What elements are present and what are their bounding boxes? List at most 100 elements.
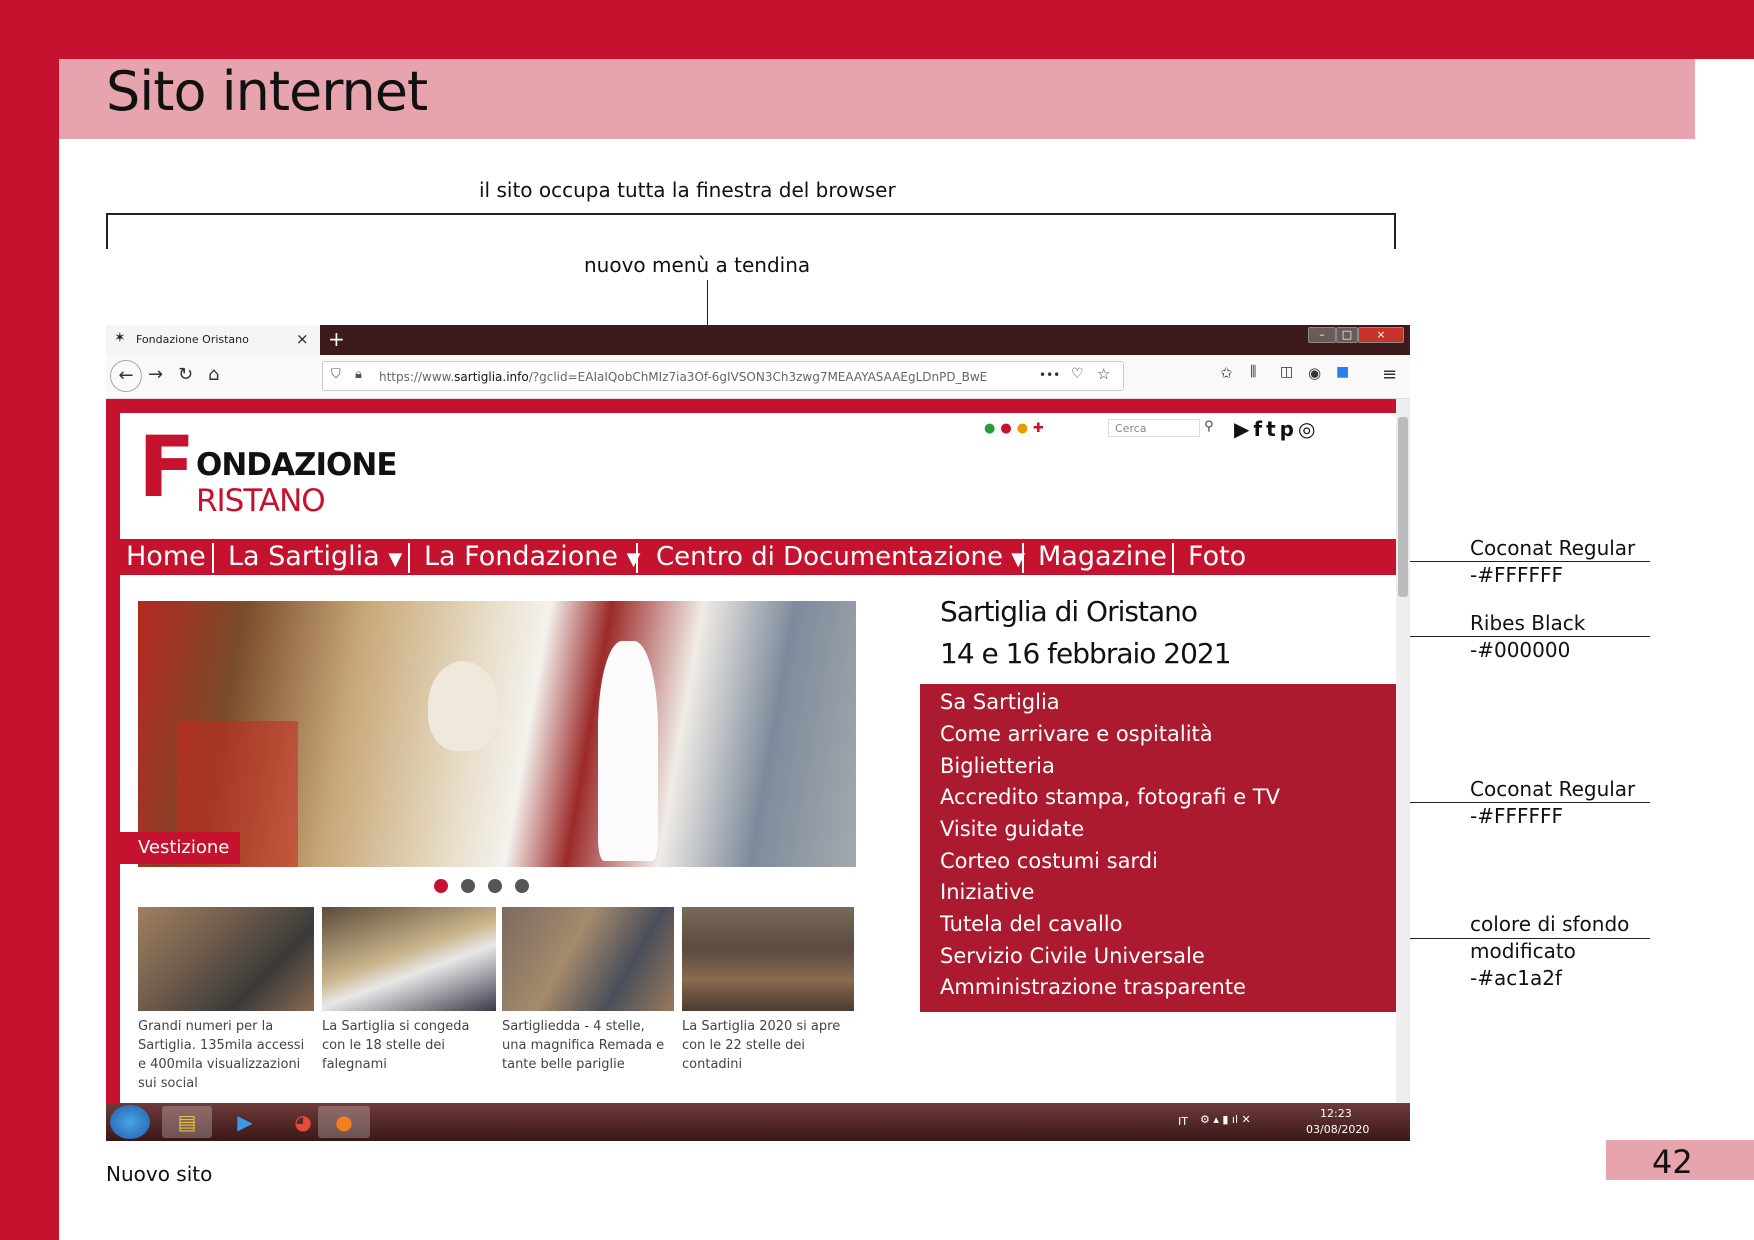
news-caption[interactable]: Sartigliedda - 4 stelle, una magnifica Re… <box>502 1017 664 1074</box>
slide-dot-active[interactable] <box>434 879 448 893</box>
address-bar[interactable]: ⛉ 🔒︎ https://www.sartiglia.info/?gclid=E… <box>322 361 1124 391</box>
veil-figure <box>598 641 658 861</box>
dropdown-item[interactable]: Corteo costumi sardi <box>940 849 1158 873</box>
close-window-icon[interactable]: × <box>1358 327 1404 343</box>
news-caption[interactable]: La Sartiglia 2020 si apre con le 22 stell… <box>682 1017 840 1074</box>
site-logo[interactable]: F ONDAZIONE RISTANO <box>138 425 398 521</box>
page-title: Sito internet <box>106 60 428 123</box>
dropdown-item[interactable]: Accredito stampa, fotografi e TV <box>940 785 1280 809</box>
site-top-strip <box>106 399 1396 413</box>
menu-item-magazine[interactable]: Magazine <box>1038 539 1167 575</box>
maximize-icon[interactable]: □ <box>1336 327 1358 343</box>
pinterest-icon[interactable]: p <box>1280 417 1298 441</box>
logo-initial: F <box>138 418 196 516</box>
bracket-left <box>106 213 108 249</box>
dropdown-item[interactable]: Sa Sartiglia <box>940 690 1060 714</box>
annotation-bg-line1: colore di sfondo <box>1470 912 1630 936</box>
account-icon[interactable]: ◉ <box>1308 364 1321 382</box>
top-band <box>0 0 1754 59</box>
dropdown-item[interactable]: Visite guidate <box>940 817 1084 841</box>
chevron-down-icon: ▼ <box>626 549 641 570</box>
bookmark-star-icon[interactable]: ☆ <box>1097 365 1110 383</box>
firefox-icon[interactable]: ● <box>318 1106 370 1138</box>
search-icon[interactable]: ⚲ <box>1204 419 1214 434</box>
forward-arrow-icon[interactable]: → <box>148 364 163 385</box>
slide-dot[interactable] <box>461 879 475 893</box>
sardinian-flag-icon[interactable]: ✚ <box>1033 421 1049 436</box>
language-indicator[interactable]: IT <box>1178 1115 1188 1128</box>
hero-caption-label[interactable]: Vestizione <box>120 832 240 864</box>
hamburger-menu-icon[interactable]: ≡ <box>1382 364 1397 385</box>
annotation-bg-line2: modificato <box>1470 939 1576 963</box>
annotation-menu-font: Coconat Regular <box>1470 536 1636 560</box>
slide-dot[interactable] <box>488 879 502 893</box>
annotation-bg-color: -#ac1a2f <box>1470 966 1562 990</box>
back-arrow-icon[interactable]: ← <box>110 360 142 392</box>
reload-icon[interactable]: ↻ <box>178 364 193 385</box>
tab-title: Fondazione Oristano <box>136 333 249 346</box>
news-caption[interactable]: La Sartiglia si congeda con le 18 stelle … <box>322 1017 470 1074</box>
news-caption[interactable]: Grandi numeri per la Sartiglia. 135mila a… <box>138 1017 304 1093</box>
nav-toolbar: ← → ↻ ⌂ ⛉ 🔒︎ https://www.sartiglia.info/… <box>106 355 1410 399</box>
bookmarks-icon[interactable]: ✩ <box>1220 364 1233 382</box>
pocket-icon[interactable]: ♡ <box>1071 366 1084 382</box>
vertical-scrollbar[interactable] <box>1396 399 1410 1103</box>
news-thumbnail[interactable] <box>682 907 854 1011</box>
clock-time[interactable]: 12:23 <box>1320 1107 1352 1120</box>
dropdown-item[interactable]: Tutela del cavallo <box>940 912 1122 936</box>
dropdown-item[interactable]: Biglietteria <box>940 754 1055 778</box>
browser-tab[interactable]: ✶ Fondazione Oristano × <box>106 325 320 355</box>
menu-item-la-sartiglia[interactable]: La Sartiglia ▼ <box>228 539 402 575</box>
home-icon[interactable]: ⌂ <box>208 364 219 385</box>
dropdown-menu: Sa Sartiglia Come arrivare e ospitalità … <box>920 684 1396 1012</box>
minimize-icon[interactable]: – <box>1308 327 1336 343</box>
mask-figure <box>428 661 498 751</box>
news-thumbnail[interactable] <box>138 907 314 1011</box>
english-flag-icon[interactable]: ● <box>1000 421 1016 436</box>
new-tab-icon[interactable]: + <box>328 327 345 351</box>
start-button-icon[interactable] <box>110 1105 150 1139</box>
menu-item-la-fondazione[interactable]: La Fondazione ▼ <box>424 539 640 575</box>
media-player-icon[interactable]: ▶ <box>220 1106 270 1138</box>
tray-icons[interactable]: ⚙ ▴ ▮ ıl ✕ <box>1200 1113 1251 1126</box>
bracket-right <box>1394 213 1396 249</box>
social-icons: ▶ftp◎ <box>1234 417 1319 441</box>
news-thumbnail[interactable] <box>502 907 674 1011</box>
search-input[interactable]: Cerca <box>1108 419 1200 437</box>
logo-line1: ONDAZIONE <box>196 447 398 483</box>
menu-separator <box>212 543 214 573</box>
clock-date[interactable]: 03/08/2020 <box>1306 1123 1369 1136</box>
explorer-icon[interactable]: ▤ <box>162 1106 212 1138</box>
youtube-icon[interactable]: ▶ <box>1234 417 1253 441</box>
logo-line2: RISTANO <box>196 483 326 519</box>
facebook-icon[interactable]: f <box>1253 417 1266 441</box>
news-thumbnail[interactable] <box>322 907 496 1011</box>
page-actions-icon[interactable]: ••• <box>1039 368 1060 382</box>
dropdown-item[interactable]: Come arrivare e ospitalità <box>940 722 1213 746</box>
close-tab-icon[interactable]: × <box>296 330 309 348</box>
annotation-title-color: -#000000 <box>1470 638 1571 662</box>
instagram-icon[interactable]: ◎ <box>1298 417 1319 441</box>
menu-font-line <box>1382 561 1650 562</box>
italian-flag-icon[interactable]: ● <box>984 421 1000 436</box>
hero-slideshow-image[interactable] <box>138 601 856 867</box>
menu-item-home[interactable]: Home <box>126 539 206 575</box>
chevron-down-icon: ▼ <box>388 549 403 570</box>
slide-dot[interactable] <box>515 879 529 893</box>
library-icon[interactable]: ⫼ <box>1250 364 1256 380</box>
window-controls: – □ × <box>1308 327 1404 343</box>
scrollbar-thumb[interactable] <box>1398 417 1408 597</box>
tab-bar: ✶ Fondazione Oristano × + – □ × <box>106 325 1410 355</box>
site-favicon-icon: ✶ <box>114 330 126 346</box>
twitter-icon[interactable]: t <box>1266 417 1280 441</box>
dropdown-item[interactable]: Amministrazione trasparente <box>940 975 1246 999</box>
dropdown-item[interactable]: Servizio Civile Universale <box>940 944 1205 968</box>
sidebar-icon[interactable]: ◫ <box>1280 364 1293 380</box>
annotation-dropdown-font: Coconat Regular <box>1470 777 1636 801</box>
spanish-flag-icon[interactable]: ● <box>1017 421 1033 436</box>
menu-item-foto[interactable]: Foto <box>1188 539 1246 575</box>
extension-icon[interactable]: ■ <box>1336 364 1349 380</box>
dropdown-item[interactable]: Iniziative <box>940 880 1034 904</box>
annotation-new-menu: nuovo menù a tendina <box>584 253 811 277</box>
menu-item-centro-documentazione[interactable]: Centro di Documentazione ▼ <box>656 539 1025 575</box>
